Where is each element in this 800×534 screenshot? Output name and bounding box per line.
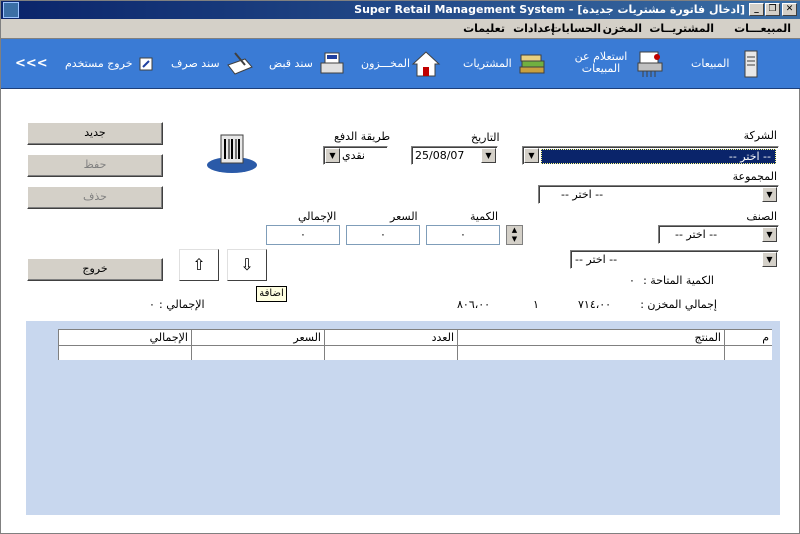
- menu-purchases[interactable]: المشتريــات: [649, 22, 714, 35]
- price-input[interactable]: ٠: [346, 225, 420, 245]
- toolbar-receipt-voucher-label: سند قبض: [269, 57, 313, 70]
- company-select-value: -- اختر --: [541, 149, 776, 164]
- column-header-count[interactable]: العدد: [325, 330, 458, 346]
- toolbar-logout[interactable]: خروج مستخدم: [63, 47, 158, 81]
- toolbar-sales[interactable]: المبيعات: [691, 47, 771, 81]
- stock-total-label: إجمالي المخزن :: [640, 298, 717, 311]
- company-select[interactable]: -- اختر -- ▼: [522, 146, 779, 165]
- column-header-index[interactable]: م: [725, 330, 772, 346]
- table-cell[interactable]: [458, 346, 725, 360]
- toolbar-more-button[interactable]: <<<: [15, 56, 48, 71]
- toolbar-purchases-label: المشتريات: [463, 57, 512, 70]
- menu-settings[interactable]: إعدادات: [513, 22, 555, 35]
- chevron-down-icon[interactable]: ▼: [762, 227, 777, 242]
- payment-method-select[interactable]: نقدي ▼: [323, 146, 388, 165]
- add-tooltip: اضافة: [256, 286, 287, 302]
- date-picker[interactable]: 25/08/07 ▼: [411, 146, 498, 165]
- column-header-product[interactable]: المنتج: [458, 330, 725, 346]
- item-select-value: -- اختر --: [575, 253, 618, 266]
- amount-value: ٨٠٦،٠٠: [457, 298, 491, 311]
- chevron-down-icon[interactable]: ▼: [762, 252, 777, 267]
- app-icon[interactable]: [3, 2, 19, 18]
- arrow-down-icon: ⇩: [240, 255, 254, 274]
- company-label: الشركة: [743, 129, 777, 142]
- chevron-down-icon[interactable]: ▼: [762, 187, 777, 202]
- quantity-stepper[interactable]: ▲ ▼: [506, 225, 523, 245]
- table-cell[interactable]: [325, 346, 458, 360]
- save-button[interactable]: حفظ: [27, 154, 163, 177]
- table-cell[interactable]: [59, 346, 192, 360]
- toolbar-sales-inquiry[interactable]: استعلام عن المبيعات: [571, 47, 671, 81]
- group-select-value: -- اختر --: [561, 188, 604, 201]
- item-select[interactable]: -- اختر -- ▼: [570, 250, 779, 269]
- column-header-price[interactable]: السعر: [192, 330, 325, 346]
- toolbar-purchases[interactable]: المشتريات: [463, 47, 553, 81]
- table-cell[interactable]: [725, 346, 772, 360]
- category-select-value: -- اختر --: [675, 228, 718, 241]
- toolbar-inventory[interactable]: المخـــزون: [361, 47, 446, 81]
- menu-sales[interactable]: المبيعـــات: [734, 22, 791, 35]
- quantity-input[interactable]: ٠: [426, 225, 500, 245]
- shredder-icon: [637, 51, 663, 77]
- window-title: Super Retail Management System - [ادخال …: [354, 3, 745, 16]
- table-cell[interactable]: [192, 346, 325, 360]
- item-count-value: ١: [533, 298, 539, 311]
- close-button[interactable]: ✕: [782, 3, 797, 16]
- date-label: التاريخ: [471, 131, 500, 144]
- stock-total-value: ٧١٤،٠٠: [578, 298, 612, 311]
- logout-icon: [139, 57, 153, 71]
- price-label: السعر: [390, 210, 418, 223]
- toolbar-sales-inquiry-line2: المبيعات: [581, 62, 621, 75]
- title-bar: Super Retail Management System - [ادخال …: [1, 1, 800, 19]
- group-select[interactable]: -- اختر -- ▼: [538, 185, 779, 204]
- available-qty-value: ٠: [629, 274, 635, 287]
- available-qty-label: الكمية المتاحة :: [643, 274, 714, 287]
- delete-button[interactable]: حذف: [27, 186, 163, 209]
- grand-total-value: ٠: [149, 298, 155, 311]
- line-total-input[interactable]: ٠: [266, 225, 340, 245]
- items-grid[interactable]: م المنتج العدد السعر الإجمالي: [58, 329, 772, 360]
- new-button[interactable]: جديد: [27, 122, 163, 145]
- toolbar-payment-voucher-label: سند صرف: [171, 57, 220, 70]
- date-value: 25/08/07: [415, 149, 465, 162]
- line-total-label: الإجمالي: [298, 210, 337, 223]
- toolbar: المبيعات استعلام عن المبيعات المشتريات ا…: [1, 39, 800, 89]
- toolbar-logout-label: خروج مستخدم: [65, 57, 133, 70]
- minimize-button[interactable]: _: [749, 3, 764, 16]
- arrow-up-icon: ⇧: [192, 255, 206, 274]
- chevron-down-icon[interactable]: ▼: [481, 148, 496, 163]
- add-item-button[interactable]: ⇩: [227, 249, 267, 281]
- menu-inventory[interactable]: المخزن: [603, 22, 642, 35]
- server-icon: [744, 50, 758, 78]
- payment-method-label: طريقة الدفع: [334, 130, 391, 143]
- restore-button[interactable]: ❐: [765, 3, 780, 16]
- column-header-total[interactable]: الإجمالي: [59, 330, 192, 346]
- chevron-down-icon[interactable]: ▼: [325, 148, 340, 163]
- move-up-button[interactable]: ⇧: [179, 249, 219, 281]
- menu-help[interactable]: تعليمات: [463, 22, 505, 35]
- toolbar-payment-voucher[interactable]: سند صرف: [171, 47, 259, 81]
- books-stack-icon: [519, 54, 545, 74]
- category-select[interactable]: -- اختر -- ▼: [658, 225, 779, 244]
- payment-method-value: نقدي: [341, 149, 365, 162]
- exit-button[interactable]: خروج: [27, 258, 163, 281]
- menu-accounts[interactable]: الحسابات: [551, 22, 601, 35]
- cash-register-icon: [320, 52, 344, 74]
- category-label: الصنف: [746, 210, 777, 223]
- quantity-label: الكمية: [470, 210, 499, 223]
- toolbar-inventory-label: المخـــزون: [361, 57, 410, 70]
- chevron-down-icon[interactable]: ▼: [524, 148, 539, 163]
- barcode-scanner-icon: [207, 134, 257, 173]
- house-icon: [411, 51, 441, 77]
- toolbar-sales-label: المبيعات: [691, 57, 730, 70]
- grand-total-label: الإجمالي :: [159, 298, 205, 311]
- app-window: Super Retail Management System - [ادخال …: [0, 0, 800, 534]
- group-label: المجموعة: [732, 170, 777, 183]
- toolbar-receipt-voucher[interactable]: سند قبض: [269, 47, 351, 81]
- menu-bar: المبيعـــات المشتريــات المخزن الحسابات …: [1, 19, 800, 39]
- writing-pad-icon: [227, 52, 253, 75]
